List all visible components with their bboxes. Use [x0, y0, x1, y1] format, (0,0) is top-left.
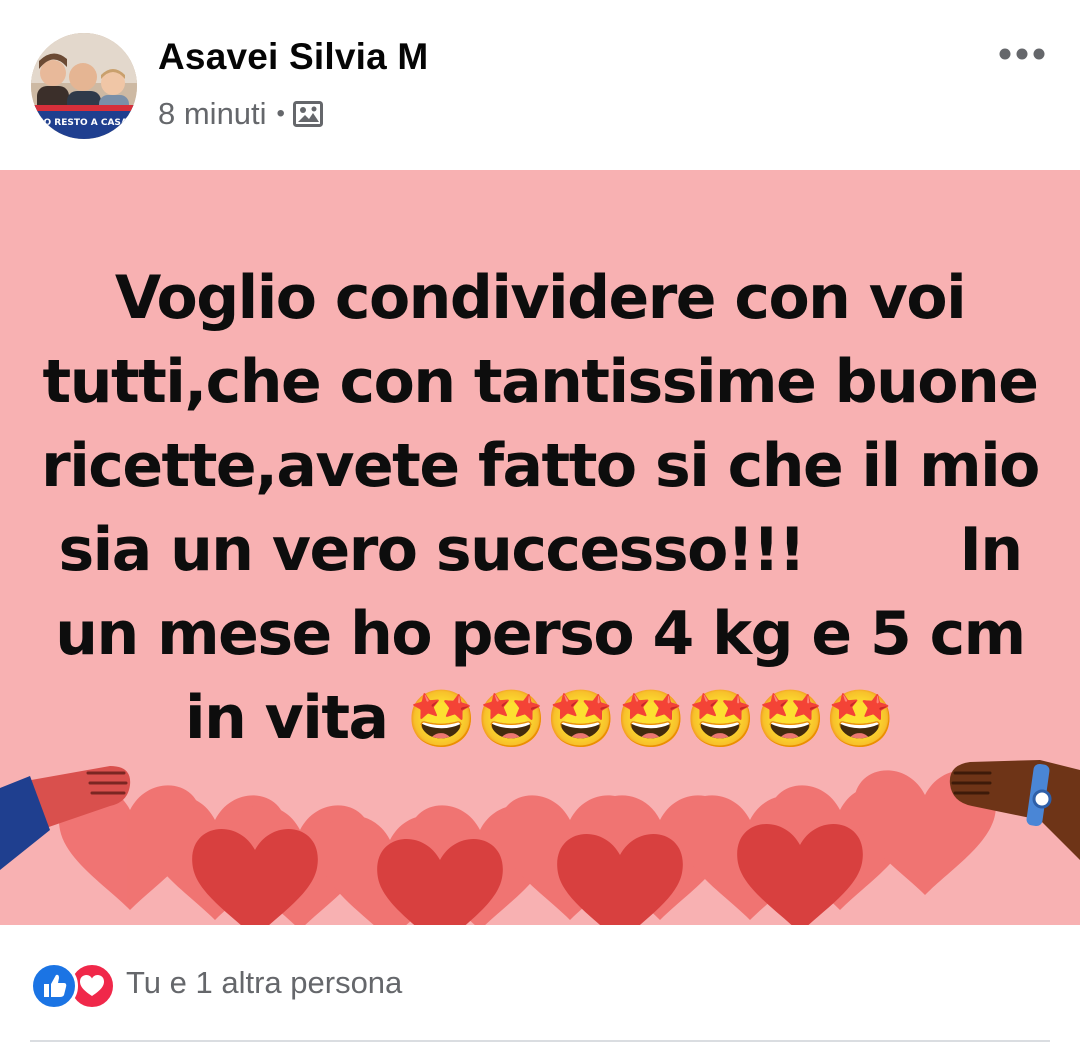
meta-separator: •: [276, 100, 285, 127]
divider: [30, 1040, 1050, 1042]
post-meta: 8 minuti •: [158, 94, 323, 134]
like-icon: [30, 962, 78, 1010]
avatar[interactable]: IO RESTO A CASA: [31, 33, 137, 139]
post-text: Voglio condividere con voi tutti,che con…: [40, 256, 1040, 762]
post-timestamp[interactable]: 8 minuti: [158, 96, 267, 132]
public-photo-icon[interactable]: [292, 99, 323, 129]
facebook-post: IO RESTO A CASA Asavei Silvia M 8 minuti…: [0, 0, 1080, 1047]
reactions-summary[interactable]: Tu e 1 altra persona: [30, 955, 402, 1011]
post-content-card[interactable]: Voglio condividere con voi tutti,che con…: [0, 170, 1080, 925]
author-name[interactable]: Asavei Silvia M: [158, 36, 428, 78]
star-struck-emoji-row: 🤩🤩🤩🤩🤩🤩🤩: [406, 687, 895, 752]
reaction-icons: [30, 958, 122, 1010]
more-options-icon: [999, 48, 1045, 60]
post-text-body: Voglio condividere con voi tutti,che con…: [41, 263, 1059, 753]
post-header: IO RESTO A CASA Asavei Silvia M 8 minuti…: [0, 0, 1080, 170]
more-options-button[interactable]: [996, 36, 1048, 72]
reaction-summary-text[interactable]: Tu e 1 altra persona: [126, 965, 402, 1001]
avatar-badge-text: IO RESTO A CASA: [40, 118, 128, 128]
